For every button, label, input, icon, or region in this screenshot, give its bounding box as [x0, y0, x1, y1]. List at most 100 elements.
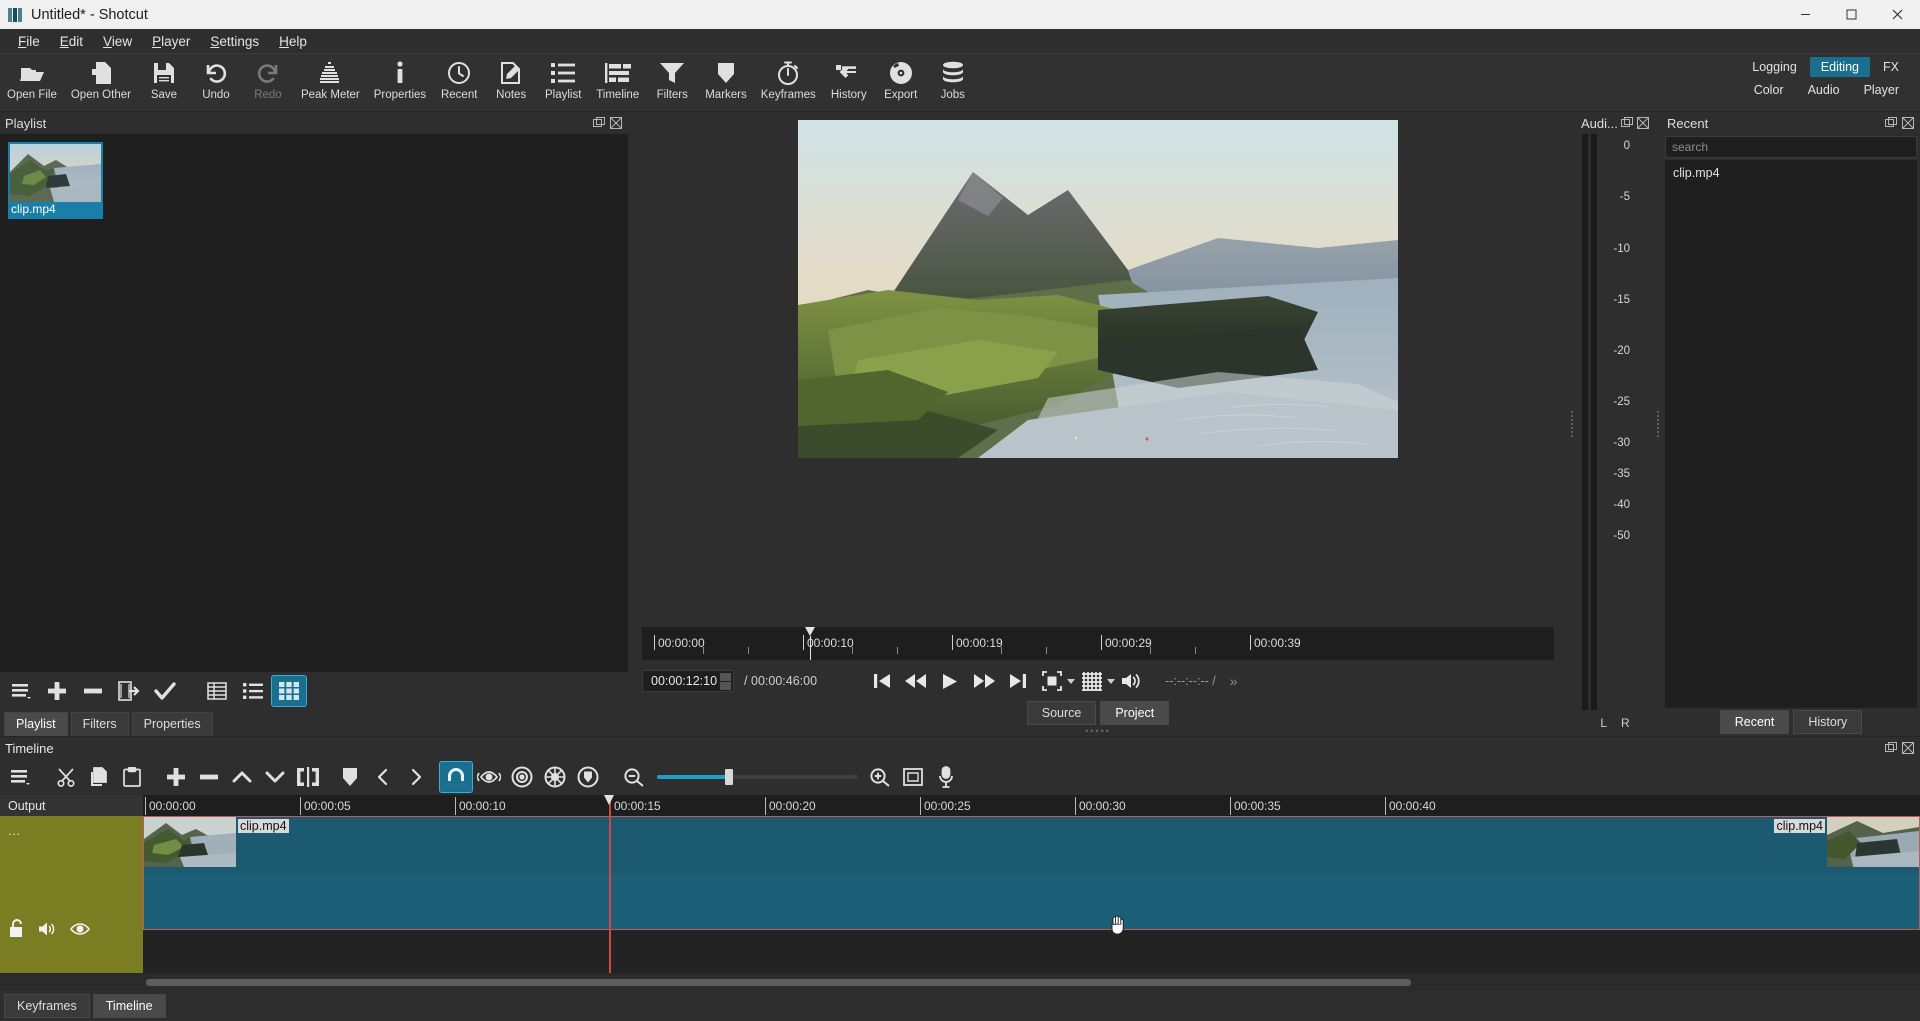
toggle-zoom-button[interactable]	[1035, 666, 1069, 696]
paste-icon[interactable]	[116, 762, 148, 792]
timeline-playhead[interactable]	[604, 795, 614, 973]
close-audio-panel-icon[interactable]	[1636, 116, 1649, 130]
zoom-slider-knob[interactable]	[725, 769, 733, 785]
timeline-horizontal-scrollbar[interactable]	[0, 973, 1920, 991]
close-timeline-panel-icon[interactable]	[1901, 741, 1915, 755]
tab-timeline[interactable]: Timeline	[92, 994, 166, 1018]
tab-filters[interactable]: Filters	[70, 712, 129, 736]
skip-to-start-button[interactable]	[865, 666, 899, 696]
close-icon[interactable]	[1874, 0, 1920, 29]
toolbar-jobs[interactable]: Jobs	[927, 56, 979, 101]
zoom-fit-icon[interactable]	[897, 762, 929, 792]
scrub-eye-icon[interactable]	[473, 762, 505, 792]
toolbar-timeline[interactable]: Timeline	[589, 56, 646, 101]
layout-fx[interactable]: FX	[1872, 57, 1910, 77]
layout-logging[interactable]: Logging	[1741, 57, 1808, 77]
copy-icon[interactable]	[83, 762, 115, 792]
timeline-scroll-area[interactable]: 00:00:00 00:00:05 00:00:10 00:00:15 00:0…	[143, 795, 1920, 973]
vertical-splitter-right[interactable]	[1654, 112, 1662, 736]
playlist-menu-icon[interactable]	[4, 676, 38, 706]
toolbar-recent[interactable]: Recent	[433, 56, 485, 101]
player-ruler[interactable]: 00:00:00 00:00:10 00:00:19 00:00:29 00:0…	[642, 627, 1554, 660]
position-spinner[interactable]	[720, 672, 732, 690]
playlist-update-icon[interactable]	[112, 676, 146, 706]
toolbar-properties[interactable]: Properties	[367, 56, 433, 101]
timeline-output-label[interactable]: Output	[0, 795, 143, 816]
snap-magnet-icon[interactable]	[439, 761, 473, 793]
vertical-splitter-left[interactable]	[1568, 112, 1576, 736]
recent-list[interactable]: clip.mp4	[1665, 160, 1917, 708]
float-audio-panel-icon[interactable]	[1621, 116, 1634, 130]
tab-keyframes[interactable]: Keyframes	[4, 994, 90, 1018]
float-panel-icon[interactable]	[592, 116, 606, 130]
cut-scissors-icon[interactable]	[50, 762, 82, 792]
volume-button[interactable]	[1115, 666, 1149, 696]
tab-recent[interactable]: Recent	[1719, 710, 1790, 734]
timeline-clip[interactable]: clip.mp4 clip.mp4	[143, 816, 1920, 930]
playlist-view-list-icon[interactable]	[236, 676, 270, 706]
playlist-append-plus-icon[interactable]	[40, 676, 74, 706]
playlist-item-clip[interactable]: clip.mp4	[8, 142, 103, 219]
player-position-field[interactable]: 00:00:12:10	[642, 670, 735, 692]
video-preview-area[interactable]	[628, 112, 1568, 621]
playlist-check-icon[interactable]	[148, 676, 182, 706]
minimize-icon[interactable]	[1782, 0, 1828, 29]
menu-help[interactable]: Help	[269, 31, 317, 52]
toolbar-undo[interactable]: Undo	[190, 56, 242, 101]
close-recent-panel-icon[interactable]	[1901, 116, 1915, 130]
toolbar-open-file[interactable]: Open File	[0, 56, 64, 101]
zoom-out-icon[interactable]	[618, 762, 650, 792]
playlist-view-tiles-icon[interactable]	[271, 675, 307, 707]
ripple-delete-minus-icon[interactable]	[193, 762, 225, 792]
playlist-view-details-icon[interactable]	[200, 676, 234, 706]
toolbar-open-other[interactable]: Open Other	[64, 56, 138, 101]
previous-marker-icon[interactable]	[367, 762, 399, 792]
timeline-menu-icon[interactable]	[4, 762, 36, 792]
toolbar-redo[interactable]: Redo	[242, 56, 294, 101]
playlist-items-area[interactable]: clip.mp4	[0, 134, 628, 672]
toolbar-markers[interactable]: Markers	[698, 56, 754, 101]
append-plus-icon[interactable]	[160, 762, 192, 792]
play-button[interactable]	[933, 666, 967, 696]
menu-player[interactable]: Player	[142, 31, 200, 52]
tab-playlist[interactable]: Playlist	[4, 712, 68, 736]
toolbar-export[interactable]: Export	[875, 56, 927, 101]
timeline-zoom-slider[interactable]	[657, 762, 857, 792]
recent-search-input[interactable]: search	[1665, 136, 1917, 158]
menu-file[interactable]: File	[8, 31, 50, 52]
player-playhead[interactable]	[805, 627, 816, 660]
layout-editing[interactable]: Editing	[1809, 57, 1871, 77]
zoom-in-icon[interactable]	[864, 762, 896, 792]
ripple-markers-icon[interactable]	[572, 762, 604, 792]
timeline-scrollbar-thumb[interactable]	[146, 978, 1411, 986]
toggle-grid-button[interactable]	[1075, 666, 1109, 696]
timeline-ruler[interactable]: 00:00:00 00:00:05 00:00:10 00:00:15 00:0…	[143, 795, 1920, 816]
overwrite-down-icon[interactable]	[259, 762, 291, 792]
toolbar-filters[interactable]: Filters	[646, 56, 698, 101]
menu-view[interactable]: View	[93, 31, 142, 52]
toolbar-playlist[interactable]: Playlist	[537, 56, 589, 101]
playlist-remove-minus-icon[interactable]	[76, 676, 110, 706]
tab-history[interactable]: History	[1793, 710, 1863, 734]
recent-list-item[interactable]: clip.mp4	[1665, 164, 1917, 182]
tab-source[interactable]: Source	[1026, 701, 1097, 725]
video-preview[interactable]	[798, 120, 1398, 458]
toolbar-peak-meter[interactable]: Peak Meter	[294, 56, 367, 101]
panel-splitter-grip[interactable]: •••••	[628, 726, 1568, 736]
toolbar-keyframes[interactable]: Keyframes	[754, 56, 823, 101]
rewind-button[interactable]	[899, 666, 933, 696]
tab-properties[interactable]: Properties	[131, 712, 213, 736]
toolbar-history[interactable]: History	[823, 56, 875, 101]
marker-icon[interactable]	[334, 762, 366, 792]
lock-track-icon[interactable]	[8, 919, 25, 938]
zoom-dropdown-caret-icon[interactable]	[1067, 678, 1076, 684]
hide-track-icon[interactable]	[70, 922, 90, 936]
toolbar-notes[interactable]: Notes	[485, 56, 537, 101]
fast-forward-button[interactable]	[967, 666, 1001, 696]
toolbar-save[interactable]: Save	[138, 56, 190, 101]
mute-track-icon[interactable]	[38, 921, 57, 937]
ripple-icon[interactable]	[506, 762, 538, 792]
record-audio-icon[interactable]	[930, 762, 962, 792]
grid-dropdown-caret-icon[interactable]	[1107, 678, 1116, 684]
float-recent-panel-icon[interactable]	[1884, 116, 1898, 130]
